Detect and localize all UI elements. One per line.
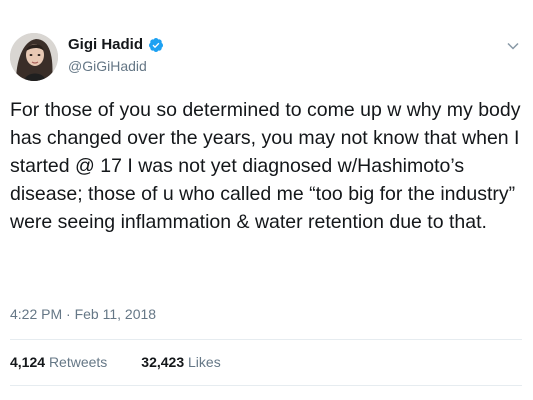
likes-stat[interactable]: 32,423 Likes <box>141 354 220 370</box>
tweet-card: Gigi Hadid @GiGiHadid For those of you s… <box>0 0 533 400</box>
profile-photo-icon <box>10 33 58 81</box>
tweet-text: For those of you so determined to come u… <box>10 99 521 233</box>
tweet-stats: 4,124 Retweets 32,423 Likes <box>10 354 221 370</box>
verified-badge-icon <box>148 37 164 53</box>
divider-top <box>10 339 522 340</box>
likes-count: 32,423 <box>141 354 185 370</box>
divider-bottom <box>10 385 522 386</box>
user-name[interactable]: Gigi Hadid <box>68 36 143 53</box>
tweet-timestamp[interactable]: 4:22 PM · Feb 11, 2018 <box>10 306 156 322</box>
retweets-stat[interactable]: 4,124 Retweets <box>10 354 107 370</box>
user-handle[interactable]: @GiGiHadid <box>68 58 147 74</box>
avatar[interactable] <box>10 33 58 81</box>
likes-label: Likes <box>188 354 221 370</box>
retweets-label: Retweets <box>48 354 108 370</box>
chevron-down-icon[interactable] <box>505 38 521 54</box>
user-name-row: Gigi Hadid <box>68 36 164 53</box>
retweets-count: 4,124 <box>10 354 46 370</box>
